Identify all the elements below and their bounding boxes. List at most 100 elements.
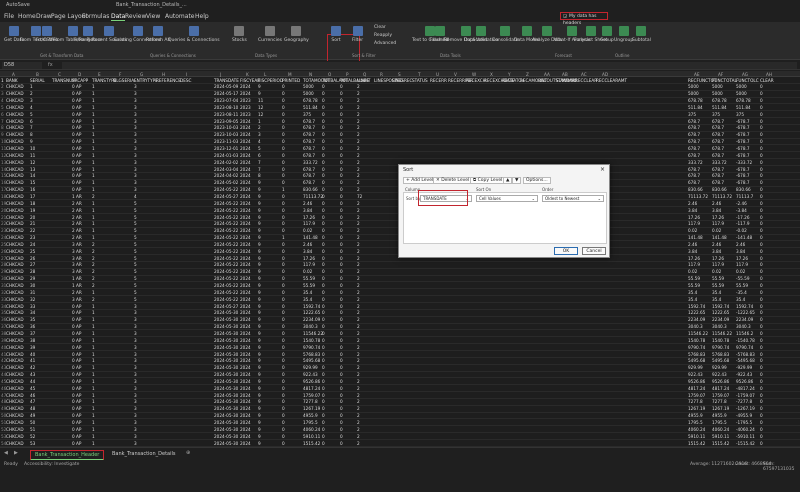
cell[interactable]: 11546.22 [688, 331, 708, 336]
cell[interactable]: CHKCAD [6, 91, 24, 96]
cell[interactable]: 2024 [240, 91, 251, 96]
cell[interactable]: FUNCTOLC [736, 78, 759, 83]
cell[interactable]: 2234.09 [688, 317, 705, 322]
cell[interactable]: 2024-05-27 [214, 194, 238, 199]
cell[interactable]: 2 [357, 173, 360, 178]
table-row[interactable]: 40 CHKCAD 39 0 AP 1 3 2024-05-30 2024 9 0 9790.74 0… [0, 344, 800, 351]
cell[interactable]: 1515.42 [303, 441, 320, 446]
cell[interactable]: SERIAL [30, 78, 45, 83]
cell[interactable]: 1222.65 [712, 310, 729, 315]
cell[interactable]: 51 [30, 427, 35, 432]
cell[interactable]: CHKCAD [6, 406, 24, 411]
cell[interactable]: 23 [30, 235, 35, 240]
cell[interactable]: 0 [282, 119, 285, 124]
cell[interactable]: 1 [92, 91, 95, 96]
column-header[interactable]: AB [562, 72, 568, 77]
cell[interactable]: 5 [134, 228, 137, 233]
cell[interactable]: 0 [340, 365, 343, 370]
cell[interactable]: 2024 [240, 393, 251, 398]
cell[interactable]: 2024 [240, 283, 251, 288]
cell[interactable]: 0 [282, 393, 285, 398]
cell[interactable]: 3 [134, 310, 137, 315]
cell[interactable]: 0 [760, 242, 763, 247]
cell[interactable]: 678.7 [303, 146, 315, 151]
cell[interactable]: 3 [134, 304, 137, 309]
cell[interactable]: -1795.5 [736, 420, 752, 425]
cell[interactable]: 0 AP [72, 358, 81, 363]
cell[interactable]: 2024-05-30 [214, 434, 238, 439]
cell[interactable]: 1795.5 [712, 420, 727, 425]
cell[interactable]: 2024-05-22 [214, 249, 238, 254]
cell[interactable]: 9 [258, 180, 261, 185]
cell[interactable]: 0 [340, 194, 343, 199]
cell[interactable]: 0 [340, 331, 343, 336]
cell[interactable]: 9 [258, 242, 261, 247]
cell[interactable]: 9 [258, 413, 261, 418]
cell[interactable]: 55.59 [303, 283, 315, 288]
cell[interactable]: 0 AP [72, 345, 81, 350]
cell[interactable]: 2024-05-22 [214, 242, 238, 247]
cell[interactable]: 0.02 [303, 228, 312, 233]
cell[interactable]: 9 [258, 201, 261, 206]
cell[interactable]: 3 [134, 331, 137, 336]
cell[interactable]: 0 [340, 317, 343, 322]
cell[interactable]: 2024-05-30 [214, 420, 238, 425]
cell[interactable]: 0 [760, 249, 763, 254]
cell[interactable]: 2 [357, 331, 360, 336]
cell[interactable]: 2 [357, 379, 360, 384]
cell[interactable]: 0 [760, 187, 763, 192]
cell[interactable]: 0 AP [72, 91, 81, 96]
cell[interactable]: 2 [357, 420, 360, 425]
cell[interactable]: 55.59 [303, 276, 315, 281]
cell[interactable]: 1 AR [72, 194, 82, 199]
cell[interactable]: 0 [282, 208, 285, 213]
cell[interactable]: CHKCAD [6, 420, 24, 425]
cell[interactable]: 5000 [303, 91, 314, 96]
cell[interactable]: 0 [282, 153, 285, 158]
column-header[interactable]: L [264, 72, 266, 77]
cell[interactable]: -17.26 [736, 215, 750, 220]
cell[interactable]: 3 [258, 132, 261, 137]
column-header[interactable]: AH [766, 72, 772, 77]
cell[interactable]: FUNCTOTAL [712, 78, 737, 83]
cell[interactable]: 0 [760, 352, 763, 357]
cell[interactable]: 929.99 [688, 365, 703, 370]
cell[interactable]: 15 [30, 180, 35, 185]
cell[interactable]: 0 [340, 201, 343, 206]
table-row[interactable]: 47 CHKCAD 46 0 AP 1 3 2024-05-30 2024 9 0 1759.07 0… [0, 392, 800, 399]
cell[interactable]: 9 [258, 256, 261, 261]
cell[interactable]: -678.7 [736, 167, 750, 172]
cell[interactable]: 45 [30, 386, 35, 391]
cell[interactable]: 0 [322, 290, 325, 295]
cell[interactable]: 2024 [240, 256, 251, 261]
tab-automate[interactable]: Automate [165, 13, 195, 20]
cell[interactable]: 1 [258, 119, 261, 124]
cell[interactable]: 2024-05-22 [214, 256, 238, 261]
cell[interactable]: 5000 [303, 84, 314, 89]
table-row[interactable]: 54 CHKCAD 53 0 AP 1 3 2024-05-30 2024 9 0 1515.42 0… [0, 440, 800, 447]
cell[interactable]: 2 [357, 91, 360, 96]
cell[interactable]: 2024-05-30 [214, 399, 238, 404]
cell[interactable]: 2 [357, 132, 360, 137]
cell[interactable]: 0 [282, 173, 285, 178]
cell[interactable]: 9526.86 [736, 379, 753, 384]
cell[interactable]: 0 [322, 338, 325, 343]
cell[interactable]: 1795.5 [688, 420, 703, 425]
sort-on-select[interactable]: Cell Values ⌄ [476, 195, 538, 202]
cell[interactable]: 0 [760, 262, 763, 267]
cell[interactable]: 2024 [240, 235, 251, 240]
cell[interactable]: 2024 [240, 304, 251, 309]
cell[interactable]: -1267.19 [736, 406, 755, 411]
cell[interactable]: 0 [760, 276, 763, 281]
cell[interactable]: 3.84 [303, 208, 312, 213]
cell[interactable]: -678.7 [736, 173, 750, 178]
cell[interactable]: 5000 [712, 91, 723, 96]
cell[interactable]: 1 [92, 406, 95, 411]
cell[interactable]: 0 [760, 146, 763, 151]
cell[interactable]: 46 [30, 393, 35, 398]
cell[interactable]: 0 [282, 249, 285, 254]
cell[interactable]: 1267.19 [688, 406, 705, 411]
cell[interactable]: 1 [92, 187, 95, 192]
cell[interactable]: 678.78 [712, 98, 727, 103]
cell[interactable]: 11546.22 [303, 331, 323, 336]
